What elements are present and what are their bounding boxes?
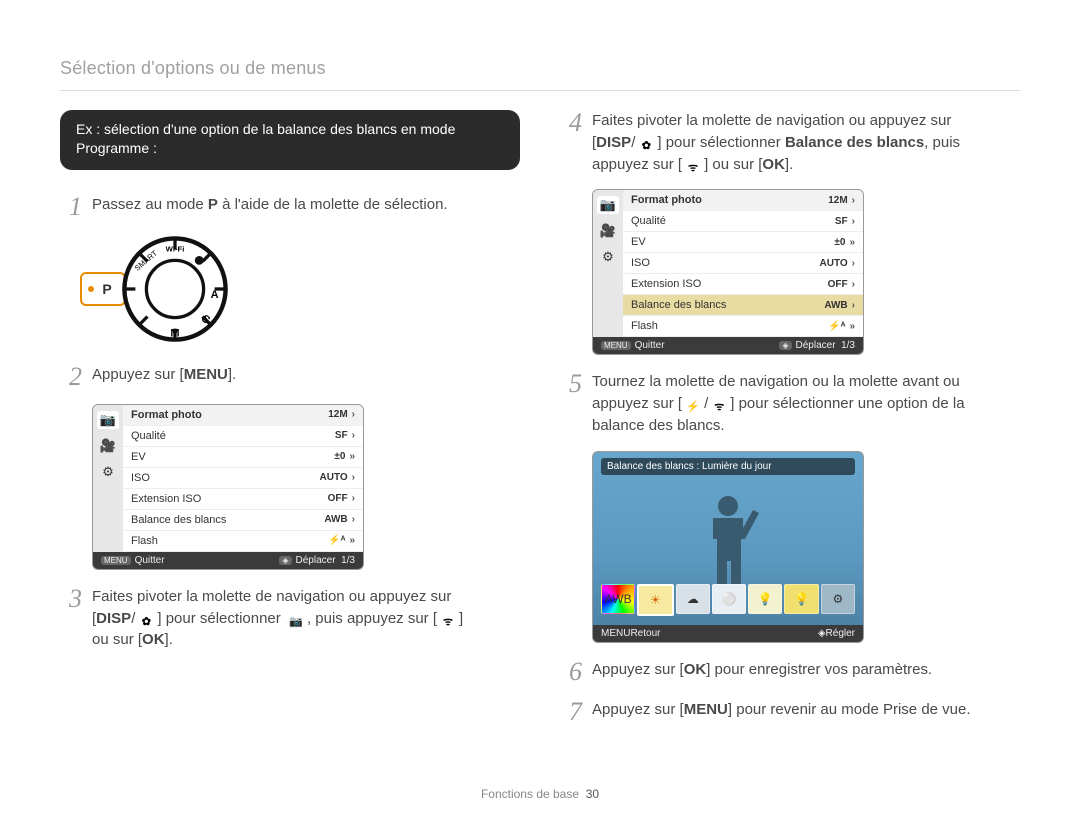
mode-dial: P (80, 234, 520, 344)
flash-icon: ⚡ (682, 400, 704, 416)
silhouette-icon (683, 492, 773, 592)
tab-video-icon: 🎥 (597, 222, 619, 240)
step-6: 6 Appuyez sur [OK] pour enregistrer vos … (560, 659, 1020, 685)
menu-row: ISOAUTO› (123, 468, 363, 489)
macro-icon: ✿ (635, 139, 657, 155)
menu-row: QualitéSF› (623, 211, 863, 232)
wb-item-selected: ☀ (637, 584, 673, 616)
step-text: Appuyez sur [OK] pour enregistrer vos pa… (592, 659, 1020, 685)
tab-video-icon: 🎥 (97, 437, 119, 455)
step-number: 5 (560, 371, 582, 436)
step-2: 2 Appuyez sur [MENU]. (60, 364, 520, 390)
menu-row-highlighted: Balance des blancsAWB› (623, 295, 863, 316)
tab-photo-icon: 📷 (97, 411, 119, 429)
step-text: Appuyez sur [MENU]. (92, 364, 520, 390)
menu-list: Format photo12M› QualitéSF› EV±0» ISOAUT… (623, 190, 863, 337)
wb-item: ⚪ (712, 584, 746, 614)
camera-icon: 📷 (285, 615, 307, 631)
wifi-icon: ᯤ (682, 160, 704, 176)
step-number: 7 (560, 699, 582, 725)
step-text: Appuyez sur [MENU] pour revenir au mode … (592, 699, 1020, 725)
menu-footer: MENUQuitter ◈Déplacer 1/3 (593, 337, 863, 354)
wb-item: 💡 (784, 584, 818, 614)
wb-title: Balance des blancs : Lumière du jour (601, 458, 855, 475)
mode-dial-svg: Wi-Fi SMART A S M (120, 234, 230, 344)
menu-footer: MENUQuitter ◈Déplacer 1/3 (93, 552, 363, 569)
wb-option-strip: AWB ☀ ☁ ⚪ 💡 💡 ⚙ (601, 584, 855, 616)
wb-item: ⚙ (821, 584, 855, 614)
tab-photo-icon: 📷 (597, 196, 619, 214)
step-3: 3 Faites pivoter la molette de navigatio… (60, 586, 520, 651)
wb-item: AWB (601, 584, 635, 614)
step-5: 5 Tournez la molette de navigation ou la… (560, 371, 1020, 436)
left-column: Ex : sélection d'une option de la balanc… (60, 110, 520, 739)
step-text: Tournez la molette de navigation ou la m… (592, 371, 1020, 436)
manual-page: Sélection d'options ou de menus Ex : sél… (0, 0, 1080, 815)
step-1: 1 Passez au mode P à l'aide de la molett… (60, 194, 520, 220)
step-number: 6 (560, 659, 582, 685)
menu-row: Flash⚡ᴬ» (123, 531, 363, 552)
step-text: Faites pivoter la molette de navigation … (92, 586, 520, 651)
menu-tabs: 📷 🎥 ⚙ (593, 190, 623, 337)
tab-setup-icon: ⚙ (597, 248, 619, 266)
wifi-icon: ᯤ (708, 400, 730, 416)
menu-row: Format photo12M› (623, 190, 863, 211)
menu-list: Format photo12M› QualitéSF› EV±0» ISOAUT… (123, 405, 363, 552)
camera-menu-screen-2: 📷 🎥 ⚙ Format photo12M› QualitéSF› EV±0» … (592, 189, 864, 355)
step-7: 7 Appuyez sur [MENU] pour revenir au mod… (560, 699, 1020, 725)
right-column: 4 Faites pivoter la molette de navigatio… (560, 110, 1020, 739)
wb-item: ☁ (676, 584, 710, 614)
example-pill: Ex : sélection d'une option de la balanc… (60, 110, 520, 170)
menu-row: Balance des blancsAWB› (123, 510, 363, 531)
wb-preview-screen: Balance des blancs : Lumière du jour AWB… (592, 451, 864, 643)
step-text: Faites pivoter la molette de navigation … (592, 110, 1020, 175)
menu-row: Extension ISOOFF› (623, 274, 863, 295)
menu-row: Format photo12M› (123, 405, 363, 426)
page-footer: Fonctions de base 30 (0, 787, 1080, 801)
menu-row: QualitéSF› (123, 426, 363, 447)
svg-text:A: A (211, 289, 219, 301)
header-rule (60, 90, 1020, 91)
step-number: 2 (60, 364, 82, 390)
menu-tabs: 📷 🎥 ⚙ (93, 405, 123, 552)
step-4: 4 Faites pivoter la molette de navigatio… (560, 110, 1020, 175)
menu-row: ISOAUTO› (623, 253, 863, 274)
tab-setup-icon: ⚙ (97, 463, 119, 481)
step-number: 1 (60, 194, 82, 220)
macro-icon: ✿ (135, 615, 157, 631)
step-text: Passez au mode P à l'aide de la molette … (92, 194, 520, 220)
step-number: 4 (560, 110, 582, 175)
menu-row: EV±0» (623, 232, 863, 253)
columns: Ex : sélection d'une option de la balanc… (60, 110, 1020, 739)
svg-text:M: M (170, 327, 179, 339)
wb-footer: MENURetour ◈Régler (593, 625, 863, 642)
step-number: 3 (60, 586, 82, 651)
menu-row: Flash⚡ᴬ» (623, 316, 863, 337)
menu-row: EV±0» (123, 447, 363, 468)
wifi-icon: ᯤ (437, 615, 459, 631)
wb-item: 💡 (748, 584, 782, 614)
menu-row: Extension ISOOFF› (123, 489, 363, 510)
page-section-title: Sélection d'options ou de menus (60, 58, 326, 79)
camera-menu-screen-1: 📷 🎥 ⚙ Format photo12M› QualitéSF› EV±0» … (92, 404, 364, 570)
svg-text:Wi-Fi: Wi-Fi (166, 244, 185, 253)
